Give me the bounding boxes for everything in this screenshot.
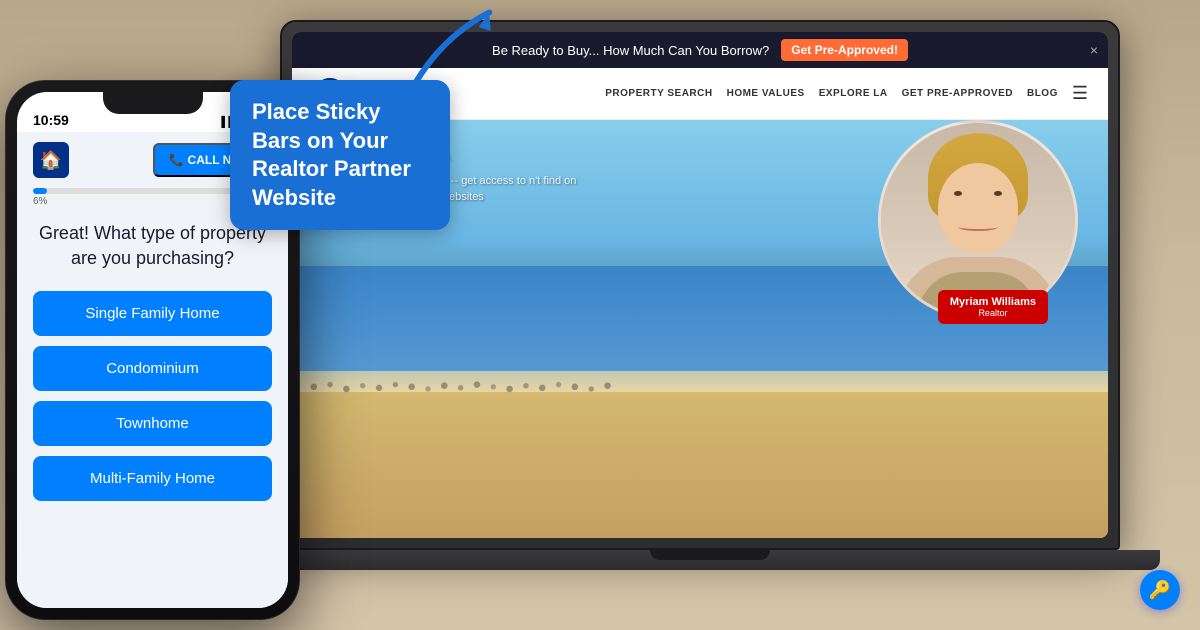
- nav-links: PROPERTY SEARCH HOME VALUES EXPLORE LA G…: [605, 83, 1088, 104]
- progress-fill: [33, 188, 47, 194]
- nav-link-explore[interactable]: EXPLORE LA: [819, 88, 888, 99]
- nav-link-preapproved[interactable]: GET PRE-APPROVED: [902, 88, 1013, 99]
- phone-status-icons: ▐▐▐ 📶 🔋: [218, 117, 272, 128]
- agent-bg: [881, 123, 1075, 317]
- phone-time: 10:59: [33, 112, 69, 128]
- battery-icon: 🔋: [260, 117, 272, 128]
- hero-section: a Monica, CA e updated every 15 minutes …: [292, 120, 1108, 538]
- sticky-bar: Be Ready to Buy... How Much Can You Borr…: [292, 32, 1108, 68]
- progress-label: 6%: [33, 196, 272, 207]
- nav-link-property[interactable]: PROPERTY SEARCH: [605, 88, 712, 99]
- home-icon: 🏠: [40, 150, 62, 171]
- progress-track: [33, 188, 272, 194]
- option-townhome[interactable]: Townhome: [33, 401, 272, 446]
- agent-title: Realtor: [950, 308, 1036, 318]
- locker-icon[interactable]: 🔑: [1140, 570, 1180, 610]
- call-now-button[interactable]: 📞 CALL NOW!: [153, 143, 272, 177]
- agent-name-badge: Myriam Williams Realtor: [938, 290, 1048, 324]
- option-single-family[interactable]: Single Family Home: [33, 291, 272, 336]
- laptop-base: [260, 550, 1160, 570]
- phone-header: 🏠 📞 CALL NOW!: [33, 142, 272, 178]
- nav-link-blog[interactable]: BLOG: [1027, 88, 1058, 99]
- hamburger-icon[interactable]: ☰: [1072, 83, 1088, 104]
- hero-text-block: a Monica, CA e updated every 15 minutes …: [312, 140, 592, 205]
- remax-badge: RE/MAX: [312, 76, 348, 112]
- website-content: Be Ready to Buy... How Much Can You Borr…: [292, 32, 1108, 538]
- sticky-bar-text: Be Ready to Buy... How Much Can You Borr…: [492, 43, 769, 58]
- agent-mouth: [958, 223, 998, 231]
- pre-approved-button[interactable]: Get Pre-Approved!: [781, 39, 908, 61]
- option-condominium[interactable]: Condominium: [33, 346, 272, 391]
- agent-eye-left: [954, 191, 962, 196]
- phone-screen: 10:59 ▐▐▐ 📶 🔋 🏠 📞 CALL NOW!: [17, 92, 288, 608]
- wifi-icon: 📶: [243, 117, 255, 128]
- phone-content: 🏠 📞 CALL NOW! 6% Great! What type of pro…: [17, 132, 288, 608]
- question-text: Great! What type of property are you pur…: [33, 221, 272, 271]
- crowd: [292, 350, 618, 413]
- agent-eye-right: [994, 191, 1002, 196]
- logo-text-block: RE/MAX REVEALTY: [354, 80, 422, 107]
- key-icon: 🔑: [1149, 580, 1171, 601]
- agent-face-shape: [938, 163, 1018, 253]
- logo-sub: REVEALTY: [354, 96, 422, 107]
- logo-area: RE/MAX RE/MAX REVEALTY: [312, 76, 422, 112]
- laptop-notch: [650, 550, 770, 560]
- agent-name: Myriam Williams: [950, 296, 1036, 308]
- close-icon[interactable]: ×: [1090, 42, 1098, 58]
- nav-bar: RE/MAX RE/MAX REVEALTY PROPERTY SEARCH H…: [292, 68, 1108, 120]
- laptop-device: Be Ready to Buy... How Much Can You Borr…: [280, 20, 1140, 600]
- logo-name: RE/MAX: [354, 80, 422, 96]
- beach: [292, 392, 1108, 538]
- laptop-shell: Be Ready to Buy... How Much Can You Borr…: [280, 20, 1120, 550]
- hero-subtext: e updated every 15 minutes -- get access…: [312, 174, 592, 205]
- phone-notch: [103, 92, 203, 114]
- nav-link-home-values[interactable]: HOME VALUES: [727, 88, 805, 99]
- progress-bar-area: 6%: [33, 188, 272, 207]
- laptop-bezel: Be Ready to Buy... How Much Can You Borr…: [292, 32, 1108, 538]
- hero-heading: a Monica, CA: [312, 140, 592, 166]
- option-multi-family[interactable]: Multi-Family Home: [33, 456, 272, 501]
- phone-device: 10:59 ▐▐▐ 📶 🔋 🏠 📞 CALL NOW!: [5, 80, 300, 620]
- signal-icon: ▐▐▐: [218, 117, 239, 128]
- phone-logo: 🏠: [33, 142, 69, 178]
